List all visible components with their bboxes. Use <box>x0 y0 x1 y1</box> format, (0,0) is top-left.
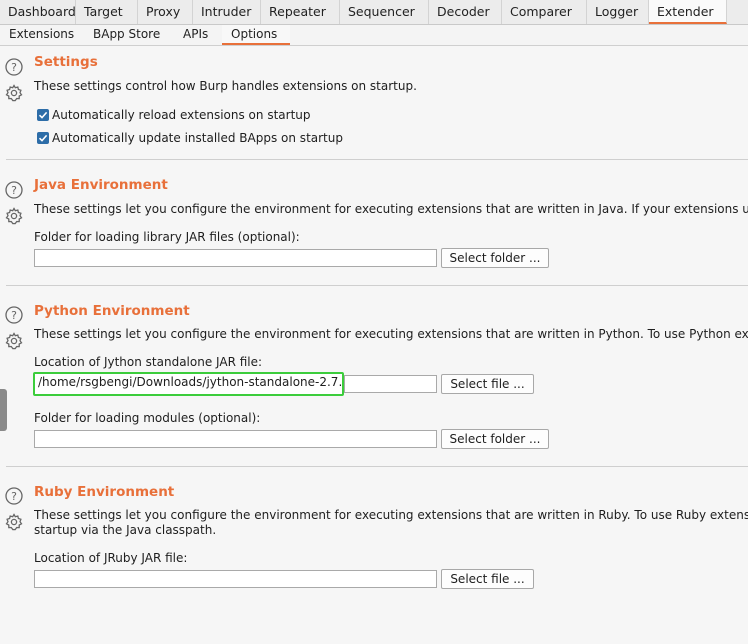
python-environment-title: Python Environment <box>34 303 190 319</box>
jruby-location-label: Location of JRuby JAR file: <box>34 551 188 565</box>
python-description: These settings let you configure the env… <box>34 327 748 341</box>
svg-text:?: ? <box>11 184 17 197</box>
java-description: These settings let you configure the env… <box>34 202 748 216</box>
tab-repeater[interactable]: Repeater <box>261 0 340 24</box>
section-divider <box>6 159 748 160</box>
jruby-select-file-button[interactable]: Select file ... <box>441 569 534 589</box>
gear-icon[interactable] <box>4 331 24 351</box>
gear-icon[interactable] <box>4 206 24 226</box>
python-select-folder-button[interactable]: Select folder ... <box>441 429 549 449</box>
checkmark-icon <box>38 111 48 119</box>
gear-icon[interactable] <box>4 512 24 532</box>
gear-icon[interactable] <box>4 83 24 103</box>
reload-extensions-checkbox[interactable] <box>37 109 49 121</box>
svg-text:?: ? <box>11 309 17 322</box>
tab-extender[interactable]: Extender <box>649 0 727 24</box>
ruby-description-line1: These settings let you configure the env… <box>34 508 748 522</box>
reload-extensions-label[interactable]: Automatically reload extensions on start… <box>52 108 311 122</box>
jython-select-file-button[interactable]: Select file ... <box>441 374 534 394</box>
section-divider <box>6 285 748 286</box>
tab-dashboard[interactable]: Dashboard <box>0 0 76 24</box>
tab-decoder[interactable]: Decoder <box>429 0 502 24</box>
main-tab-bar: Dashboard Target Proxy Intruder Repeater… <box>0 0 748 25</box>
tab-proxy[interactable]: Proxy <box>138 0 193 24</box>
java-folder-input[interactable] <box>34 249 437 267</box>
tab-sequencer[interactable]: Sequencer <box>340 0 429 24</box>
update-bapps-checkbox[interactable] <box>37 132 49 144</box>
tab-intruder[interactable]: Intruder <box>193 0 261 24</box>
update-bapps-label[interactable]: Automatically update installed BApps on … <box>52 131 343 145</box>
subtab-extensions[interactable]: Extensions <box>0 25 84 45</box>
svg-text:?: ? <box>11 490 17 503</box>
question-circle-icon[interactable]: ? <box>4 486 24 506</box>
question-circle-icon[interactable]: ? <box>4 305 24 325</box>
tab-comparer[interactable]: Comparer <box>502 0 587 24</box>
ruby-environment-title: Ruby Environment <box>34 484 175 500</box>
side-panel-handle[interactable] <box>0 389 7 431</box>
jython-location-input-remainder[interactable] <box>344 375 437 393</box>
tab-target[interactable]: Target <box>76 0 138 24</box>
section-divider <box>6 466 748 467</box>
java-select-folder-button[interactable]: Select folder ... <box>441 248 549 268</box>
checkmark-icon <box>38 134 48 142</box>
question-circle-icon[interactable]: ? <box>4 57 24 77</box>
jruby-location-input[interactable] <box>34 570 437 588</box>
subtab-apis[interactable]: APIs <box>174 25 222 45</box>
java-environment-title: Java Environment <box>34 177 168 193</box>
java-folder-label: Folder for loading library JAR files (op… <box>34 230 300 244</box>
jython-location-input[interactable]: /home/rsgbengi/Downloads/jython-standalo… <box>33 372 344 396</box>
jython-location-label: Location of Jython standalone JAR file: <box>34 355 263 369</box>
settings-title: Settings <box>34 54 98 70</box>
python-modules-label: Folder for loading modules (optional): <box>34 411 261 425</box>
options-panel: ? Settings These settings control how Bu… <box>0 46 748 644</box>
sub-tab-bar: Extensions BApp Store APIs Options <box>0 25 748 46</box>
svg-text:?: ? <box>11 61 17 74</box>
python-modules-input[interactable] <box>34 430 437 448</box>
subtab-bapp-store[interactable]: BApp Store <box>84 25 174 45</box>
question-circle-icon[interactable]: ? <box>4 180 24 200</box>
subtab-options[interactable]: Options <box>222 25 290 45</box>
settings-description: These settings control how Burp handles … <box>34 79 417 93</box>
tab-logger[interactable]: Logger <box>587 0 649 24</box>
ruby-description-line2: startup via the Java classpath. <box>34 523 217 537</box>
